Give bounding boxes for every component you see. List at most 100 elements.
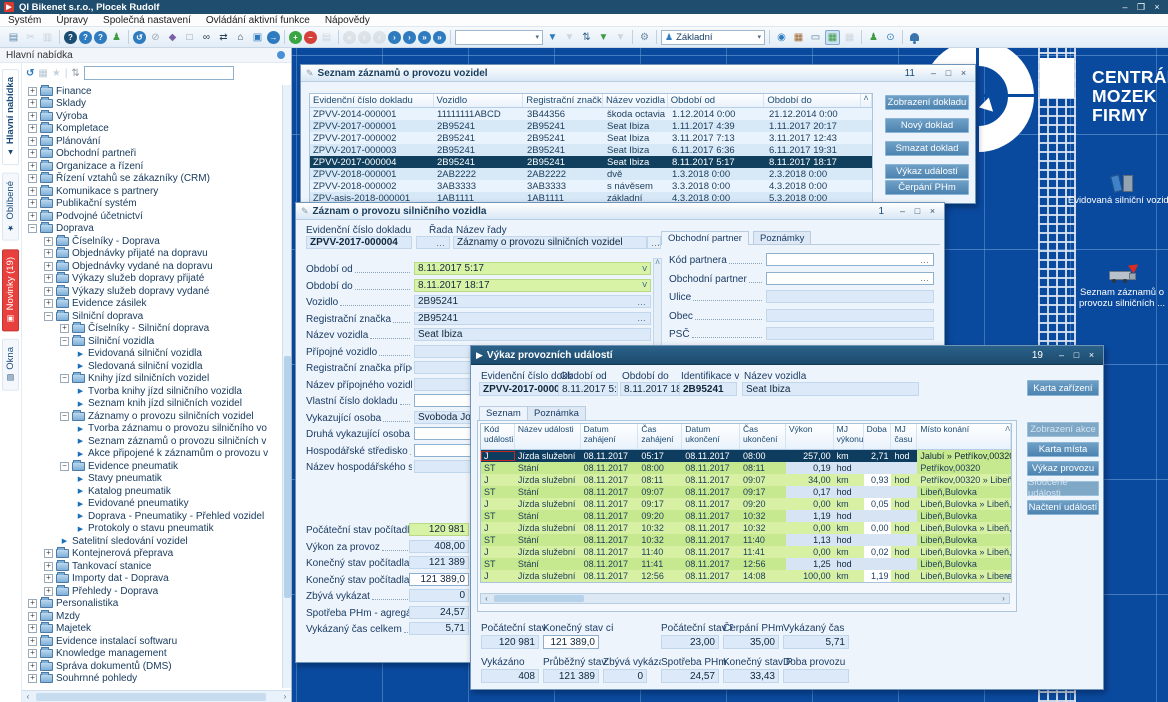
tree-item[interactable]: +Přehledy - Doprava	[24, 585, 291, 598]
user-add-icon[interactable]: ♟	[866, 30, 881, 45]
event-row[interactable]: STStání08.11.201709:0708.11.201709:170,1…	[481, 486, 1011, 498]
tree-item[interactable]: −Silniční doprava	[24, 310, 291, 323]
scroll-right-icon[interactable]: ›	[279, 692, 291, 701]
kone-n-stav-c-lov-field[interactable]: 121 389,0	[543, 635, 599, 649]
layers-icon[interactable]: ◆	[165, 30, 180, 45]
assistant-icon[interactable]: ♟	[109, 30, 124, 45]
menu-syst-m[interactable]: Systém	[8, 15, 41, 26]
app-window-controls[interactable]: –❐×	[1118, 2, 1164, 13]
events-horizontal-scrollbar[interactable]: ‹ ›	[480, 593, 1010, 604]
pin-icon[interactable]	[277, 51, 285, 59]
expand-icon[interactable]: +	[28, 612, 37, 621]
kone-n-stav-phm-field[interactable]: 33,43	[723, 669, 779, 683]
tree-item[interactable]: −Záznamy o provozu silničních vozidel	[24, 410, 291, 423]
maximize-button[interactable]: □	[942, 68, 955, 78]
vyk-zan-as-field[interactable]: 5,71	[783, 635, 849, 649]
k-d-partnera-field[interactable]: …	[766, 253, 934, 266]
column-header-n-zev-vozidla[interactable]: Název vozidla	[603, 94, 668, 107]
table-row[interactable]: ZPVV-2014-00000111111111ABCD3B44356škoda…	[310, 108, 872, 120]
window-titlebar[interactable]: ✎ Seznam záznamů o provozu vozidel 11 –□…	[301, 65, 975, 82]
desktop-icon-evidovana-vozidla[interactable]: Evidovaná silniční vozidla	[1066, 166, 1168, 206]
tree-sort-icon[interactable]: ⇅	[71, 68, 79, 79]
close-button[interactable]: ×	[957, 68, 970, 78]
obec-field[interactable]	[766, 309, 934, 322]
minimize-button[interactable]: –	[1118, 2, 1132, 13]
tree-item[interactable]: +Kompletace	[24, 123, 291, 136]
sort-icon[interactable]: ⇅	[579, 30, 594, 45]
sidebar-tab-hlavn-nab-dka[interactable]: ▲Hlavní nabídka	[2, 69, 19, 165]
tree-item[interactable]: +Souhrnné pohledy	[24, 673, 291, 686]
cancel-icon[interactable]: ⊘	[148, 30, 163, 45]
tree-item[interactable]: ▶Tvorba záznamu o provozu silničního vo	[24, 423, 291, 436]
spot-eba-phm-field[interactable]: 24,57	[661, 669, 719, 683]
scroll-thumb[interactable]	[284, 356, 291, 597]
tree-item[interactable]: +Tankovací stanice	[24, 560, 291, 573]
nav-next-page-icon[interactable]: ›	[403, 31, 416, 44]
tree-item[interactable]: +Plánování	[24, 135, 291, 148]
expand-icon[interactable]: +	[28, 112, 37, 121]
tree-item[interactable]: +Sklady	[24, 98, 291, 111]
maximize-button[interactable]: □	[911, 206, 924, 216]
maximize-button[interactable]: ❐	[1134, 2, 1148, 13]
nav-last-icon[interactable]: »	[418, 31, 431, 44]
column-header-obdob-do[interactable]: Období do	[764, 94, 861, 107]
column-header-as-ukon-en[interactable]: Čas ukončení	[740, 424, 786, 449]
expand-icon[interactable]: +	[44, 287, 53, 296]
lookup-icon[interactable]: …	[637, 313, 647, 323]
tree-item[interactable]: +Řízení vztahů se zákazníky (CRM)	[24, 173, 291, 186]
column-header-n-zev-ud-losti[interactable]: Název události	[515, 424, 581, 449]
expand-icon[interactable]: +	[28, 187, 37, 196]
desktop-icon-seznam-zaznamu[interactable]: Seznam záznamů o provozu silničních ...	[1066, 258, 1168, 309]
copy-icon[interactable]: ▤	[6, 30, 21, 45]
tree-item[interactable]: +Publikační systém	[24, 198, 291, 211]
event-row[interactable]: JJízda služební08.11.201711:4008.11.2017…	[481, 546, 1011, 558]
nav-next-icon[interactable]: ›	[388, 31, 401, 44]
rada-lookup-button[interactable]: …	[647, 236, 661, 249]
tree-item[interactable]: +Výkazy služeb dopravy přijaté	[24, 273, 291, 286]
context-help-icon[interactable]: ?	[94, 31, 107, 44]
records-table[interactable]: Evidenční číslo dokladuVozidloRegistračn…	[309, 93, 873, 204]
column-header-registra-n-zna-ka[interactable]: Registrační značka	[523, 94, 603, 107]
tab-pozn-mka[interactable]: Poznámka	[527, 406, 586, 420]
chevron-down-icon[interactable]: ▾	[535, 33, 539, 41]
collapse-icon[interactable]: −	[60, 374, 69, 383]
n-zev-vozidla-field[interactable]: Seat Ibiza	[742, 382, 919, 396]
tree-item[interactable]: +Kontejnerová přeprava	[24, 548, 291, 561]
settings-icon[interactable]: ⚙	[637, 30, 652, 45]
menu-n-pov-dy[interactable]: Nápovědy	[325, 15, 370, 26]
tree-item[interactable]: ▶Doprava - Pneumatiky - Přehled vozidel	[24, 510, 291, 523]
event-row[interactable]: STStání08.11.201711:4108.11.201712:561,2…	[481, 558, 1011, 570]
menu-ovl-d-n-aktivn-funkce[interactable]: Ovládání aktivní funkce	[206, 15, 310, 26]
zb-v-vyk-zat-field[interactable]: 0	[409, 589, 469, 602]
column-header-k-d-ud-losti[interactable]: Kód události	[481, 424, 515, 449]
close-button[interactable]: ×	[1085, 350, 1098, 360]
tree-item[interactable]: +Personalistika	[24, 598, 291, 611]
expand-icon[interactable]: +	[44, 262, 53, 271]
v-kaz-provozu-button[interactable]: Výkaz provozu	[1027, 461, 1099, 476]
refresh-icon[interactable]: ↺	[133, 31, 146, 44]
tree-item[interactable]: ▶Sledovaná silniční vozidla	[24, 360, 291, 373]
tree-item[interactable]: ▶Seznam knih jízd silničních vozidel	[24, 398, 291, 411]
v-kaz-ud-lost-button[interactable]: Výkaz událostí	[885, 164, 969, 179]
find-home-icon[interactable]: ⌂	[233, 30, 248, 45]
nov-doklad-button[interactable]: Nový doklad	[885, 118, 969, 133]
vyk-zan-as-celkem-field[interactable]: 5,71	[409, 622, 469, 635]
window-titlebar[interactable]: ▶ Výkaz provozních událostí 19 –□×	[471, 346, 1103, 365]
lookup-icon[interactable]: …	[436, 238, 446, 248]
table-row[interactable]: ZPVV-2017-0000042B952412B95241Seat Ibiza…	[310, 156, 872, 168]
close-button[interactable]: ×	[1150, 2, 1164, 13]
tree-item[interactable]: +Evidence instalací softwaru	[24, 635, 291, 648]
na-ten-ud-lost-button[interactable]: Načtení událostí	[1027, 500, 1099, 515]
expand-icon[interactable]: +	[28, 662, 37, 671]
clock-icon[interactable]: ⊙	[883, 30, 898, 45]
tree-item[interactable]: ▶Stavy pneumatik	[24, 473, 291, 486]
n-zev-vozidla-field[interactable]: Seat Ibiza	[414, 328, 651, 341]
tree-item[interactable]: +Majetek	[24, 623, 291, 636]
scroll-right-icon[interactable]: ›	[998, 594, 1009, 603]
tab-seznam[interactable]: Seznam	[479, 406, 528, 420]
table-row[interactable]: ZPVV-2017-0000032B952412B95241Seat Ibiza…	[310, 144, 872, 156]
event-row[interactable]: JJízda služební08.11.201709:1708.11.2017…	[481, 498, 1011, 510]
table-row[interactable]: ZPVV-2018-0000023AB33333AB3333s návěsem3…	[310, 180, 872, 192]
scroll-down-icon[interactable]: ᐯ	[1005, 573, 1010, 581]
table-row[interactable]: ZPVV-2017-0000022B952412B95241Seat Ibiza…	[310, 132, 872, 144]
